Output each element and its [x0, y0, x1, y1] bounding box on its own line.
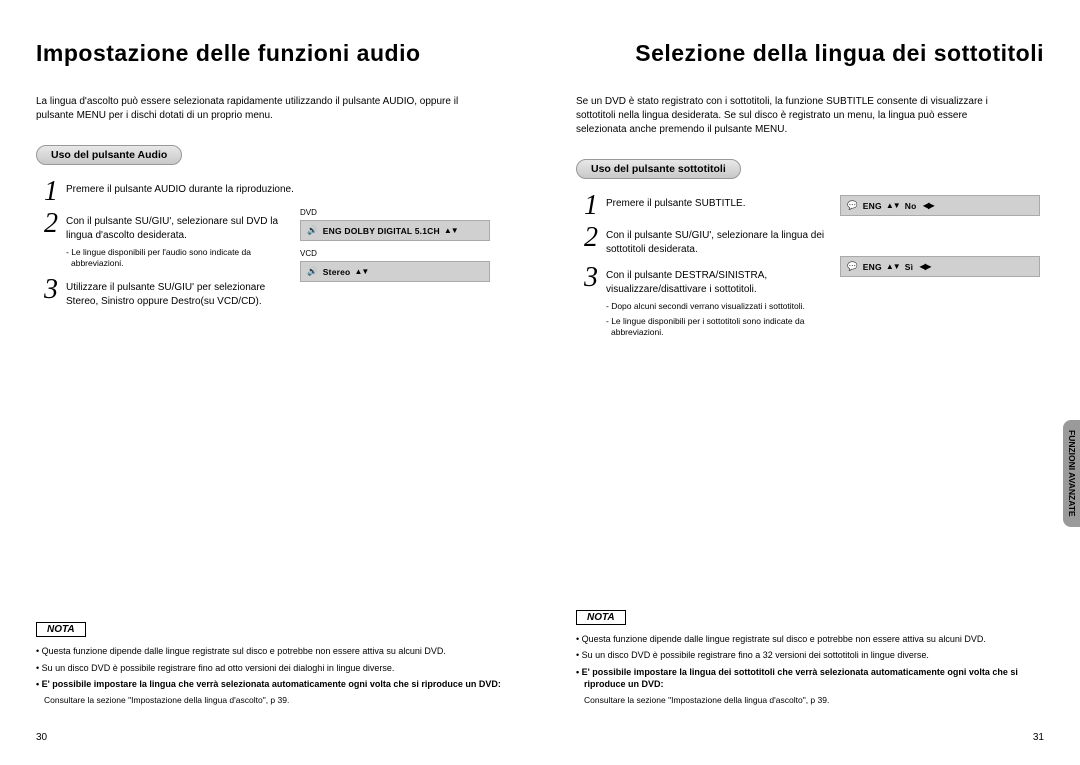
- audio-icon: 🔊: [307, 225, 318, 236]
- step-note: - Le lingue disponibili per l'audio sono…: [66, 247, 296, 269]
- osd-label-vcd: VCD: [300, 249, 490, 258]
- nota-item: Su un disco DVD è possibile registrare f…: [576, 649, 1044, 662]
- right-nota: NOTA Questa funzione dipende dalle lingu…: [576, 607, 1044, 705]
- nota-item-bold: E' possibile impostare la lingua che ver…: [36, 678, 504, 691]
- step-number: 1: [576, 195, 606, 217]
- step-note: - Le lingue disponibili per i sottotitol…: [606, 316, 836, 338]
- leftright-icon: ◀▶: [920, 262, 930, 271]
- nota-list: Questa funzione dipende dalle lingue reg…: [576, 633, 1044, 691]
- osd-box-vcd: 🔊 Stereo ▲▼: [300, 261, 490, 282]
- osd-text: Stereo: [323, 267, 351, 277]
- left-intro: La lingua d'ascolto può essere seleziona…: [36, 95, 466, 123]
- osd-text: ENG DOLBY DIGITAL 5.1CH: [323, 226, 440, 236]
- nota-item: Questa funzione dipende dalle lingue reg…: [576, 633, 1044, 646]
- updown-icon: ▲▼: [886, 262, 900, 271]
- step-text: Utilizzare il pulsante SU/GIU' per selez…: [66, 279, 296, 309]
- right-pill: Uso del pulsante sottotitoli: [576, 159, 741, 179]
- left-nota: NOTA Questa funzione dipende dalle lingu…: [36, 619, 504, 705]
- osd-lang: ENG: [863, 262, 882, 272]
- page-number-right: 31: [1033, 732, 1044, 743]
- section-tab: FUNZIONI AVANZATE: [1063, 420, 1080, 527]
- subtitle-icon: 💬: [847, 200, 858, 211]
- step-text: Con il pulsante SU/GIU', selezionare sul…: [66, 213, 296, 269]
- step-number: 1: [36, 181, 66, 203]
- step-text-line: Con il pulsante DESTRA/SINISTRA, visuali…: [606, 270, 767, 295]
- step-text: Con il pulsante SU/GIU', selezionare la …: [606, 227, 836, 257]
- step-number: 3: [36, 279, 66, 309]
- nota-item: Questa funzione dipende dalle lingue reg…: [36, 645, 504, 658]
- page-number-left: 30: [36, 732, 47, 743]
- left-pill: Uso del pulsante Audio: [36, 145, 182, 165]
- nota-subtext: Consultare la sezione "Impostazione dell…: [36, 695, 504, 705]
- page-right: Selezione della lingua dei sottotitoli S…: [540, 0, 1080, 765]
- step-number: 2: [36, 213, 66, 269]
- left-title: Impostazione delle funzioni audio: [36, 40, 504, 67]
- nota-label: NOTA: [36, 622, 86, 637]
- nota-list: Questa funzione dipende dalle lingue reg…: [36, 645, 504, 691]
- leftright-icon: ◀▶: [923, 201, 933, 210]
- step-text: Premere il pulsante AUDIO durante la rip…: [66, 181, 294, 203]
- updown-icon: ▲▼: [444, 226, 458, 235]
- step-text-line: Con il pulsante SU/GIU', selezionare sul…: [66, 216, 278, 241]
- step-number: 3: [576, 267, 606, 338]
- step-note: - Dopo alcuni secondi verrano visualizza…: [606, 301, 836, 312]
- step-number: 2: [576, 227, 606, 257]
- right-intro: Se un DVD è stato registrato con i sotto…: [576, 95, 1006, 137]
- page-left: Impostazione delle funzioni audio La lin…: [0, 0, 540, 765]
- osd-box-subtitle: 💬 ENG ▲▼ No ◀▶: [840, 195, 1040, 216]
- osd-label-dvd: DVD: [300, 208, 490, 217]
- osd-state: Sì: [905, 262, 913, 272]
- right-osd-column: 💬 ENG ▲▼ No ◀▶ 💬 ENG ▲▼ Sì ◀▶: [840, 195, 1040, 317]
- osd-box-dvd: 🔊 ENG DOLBY DIGITAL 5.1CH ▲▼: [300, 220, 490, 241]
- nota-item: Su un disco DVD è possibile registrare f…: [36, 662, 504, 675]
- page-spread: Impostazione delle funzioni audio La lin…: [0, 0, 1080, 765]
- subtitle-icon: 💬: [847, 261, 858, 272]
- step-text: Premere il pulsante SUBTITLE.: [606, 195, 746, 217]
- osd-state: No: [905, 201, 917, 211]
- step-text: Con il pulsante DESTRA/SINISTRA, visuali…: [606, 267, 836, 338]
- osd-lang: ENG: [863, 201, 882, 211]
- audio-icon: 🔊: [307, 266, 318, 277]
- right-title: Selezione della lingua dei sottotitoli: [576, 40, 1044, 67]
- updown-icon: ▲▼: [886, 201, 900, 210]
- updown-icon: ▲▼: [354, 267, 368, 276]
- nota-item-bold: E' possibile impostare la lingua dei sot…: [576, 666, 1044, 691]
- nota-label: NOTA: [576, 610, 626, 625]
- nota-subtext: Consultare la sezione "Impostazione dell…: [576, 695, 1044, 705]
- osd-box-subtitle: 💬 ENG ▲▼ Sì ◀▶: [840, 256, 1040, 277]
- left-osd-column: DVD 🔊 ENG DOLBY DIGITAL 5.1CH ▲▼ VCD 🔊 S…: [300, 200, 490, 282]
